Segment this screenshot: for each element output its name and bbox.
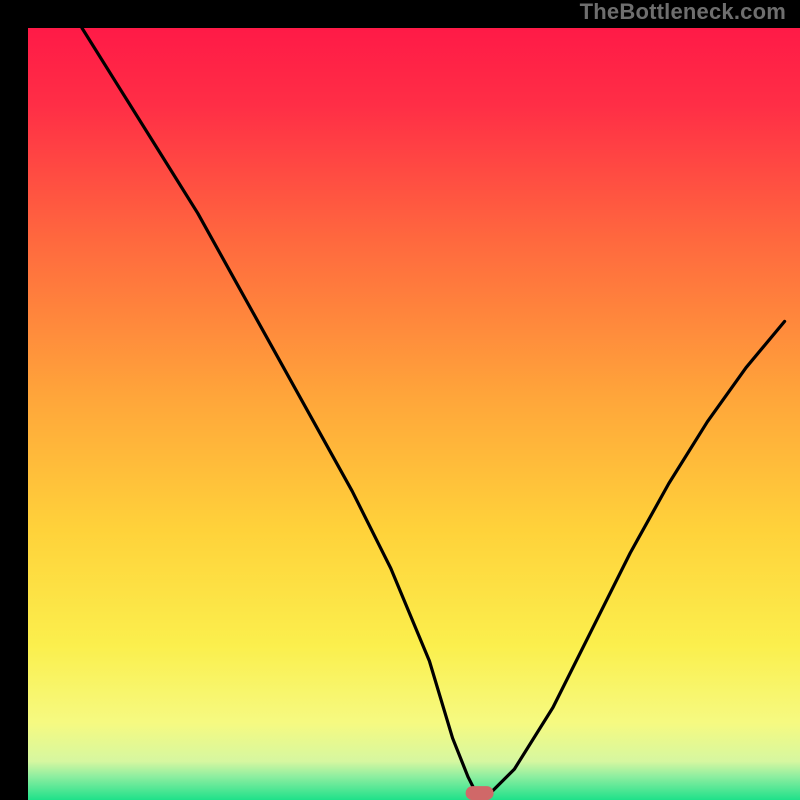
- gradient-background: [28, 28, 800, 800]
- bottleneck-chart: [28, 28, 800, 800]
- chart-frame: [14, 14, 786, 786]
- watermark-text: TheBottleneck.com: [580, 0, 786, 23]
- optimal-point-marker: [466, 786, 494, 800]
